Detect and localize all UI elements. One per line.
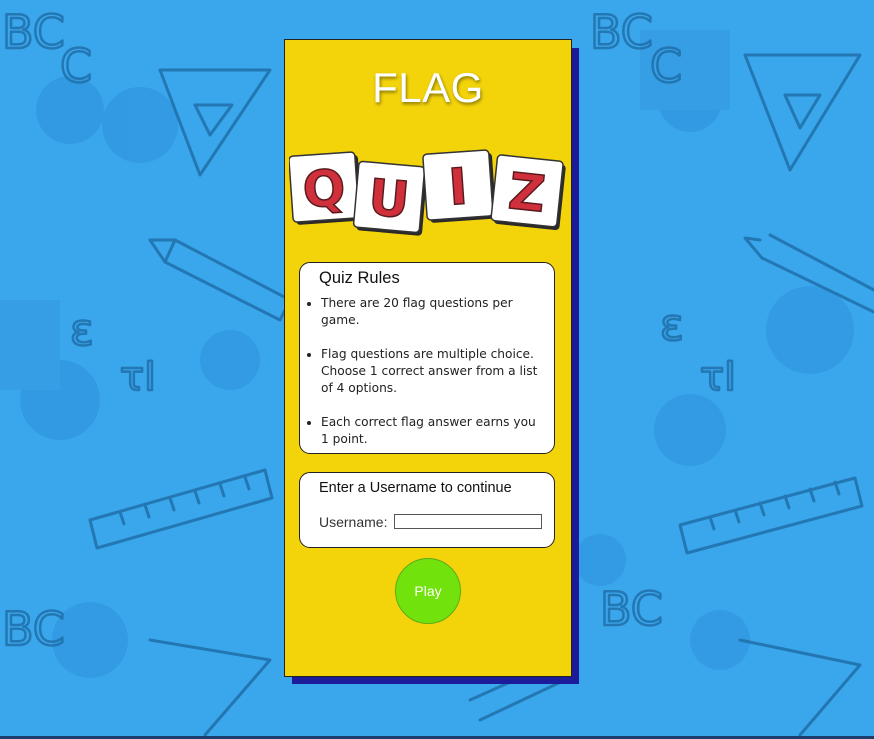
rule-item: Flag questions are multiple choice. Choo…	[321, 346, 547, 397]
page-title: FLAG	[372, 64, 484, 111]
quiz-card: FLAG Q U I Z Quiz Rules There are 20 fla…	[284, 39, 572, 677]
quiz-logo: Q U I Z	[289, 149, 566, 236]
quiz-tile-u: U	[352, 160, 428, 236]
play-button[interactable]: Play	[395, 558, 461, 624]
username-input[interactable]	[394, 514, 542, 529]
svg-text:C: C	[60, 39, 92, 93]
svg-text:BC: BC	[590, 5, 653, 59]
quiz-tile-letter: Q	[301, 159, 347, 220]
svg-text:τI: τI	[700, 354, 736, 400]
svg-text:BC: BC	[2, 602, 65, 656]
quiz-tile-i: I	[422, 149, 497, 223]
rule-item: There are 20 flag questions per game.	[321, 295, 547, 329]
quiz-tile-letter: Z	[506, 162, 548, 223]
quiz-tile-z: Z	[490, 154, 566, 231]
rules-panel: Quiz Rules There are 20 flag questions p…	[299, 262, 555, 454]
username-prompt: Enter a Username to continue	[319, 480, 512, 496]
username-panel: Enter a Username to continue Username:	[299, 472, 555, 548]
rules-heading: Quiz Rules	[319, 269, 400, 287]
rules-list: There are 20 flag questions per game. Fl…	[300, 295, 547, 448]
svg-text:BC: BC	[2, 5, 65, 59]
svg-text:ε: ε	[70, 305, 94, 356]
quiz-tile-q: Q	[289, 151, 363, 225]
svg-text:C: C	[650, 39, 682, 93]
rule-item: Each correct flag answer earns you 1 poi…	[321, 414, 547, 448]
username-label: Username:	[319, 514, 388, 530]
svg-text:BC: BC	[600, 582, 663, 636]
svg-text:ε: ε	[660, 300, 684, 351]
svg-text:τI: τI	[120, 354, 156, 400]
quiz-tile-letter: U	[366, 168, 412, 229]
